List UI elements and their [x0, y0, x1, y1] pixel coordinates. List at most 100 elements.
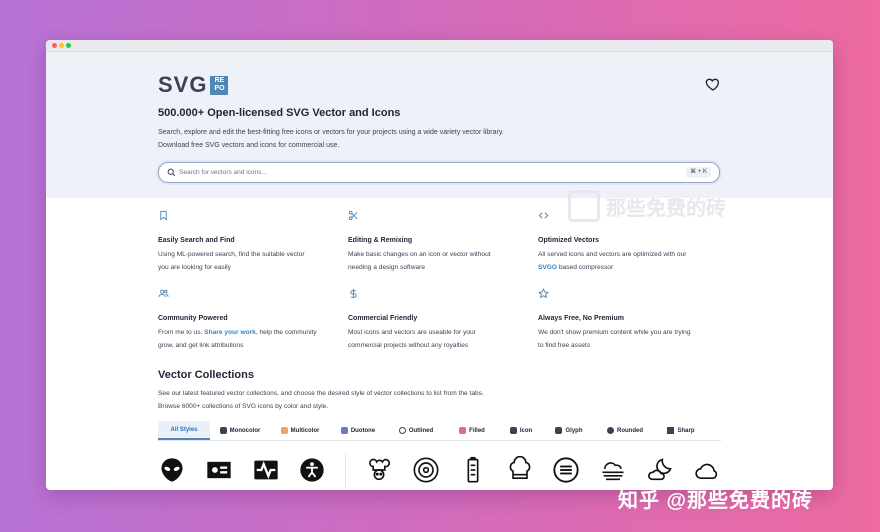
logo-text: SVG: [158, 72, 208, 97]
search-input[interactable]: [179, 163, 659, 182]
feature-free: Always Free, No Premium We don't show pr…: [538, 286, 713, 352]
tab-icon[interactable]: Icon: [498, 421, 544, 440]
tab-rounded[interactable]: Rounded: [594, 421, 656, 440]
feature-description-line: Using ML-powered search, find the suitab…: [158, 251, 305, 258]
feature-description-line: commercial projects without any royaltie…: [348, 342, 469, 349]
tab-label: Monocolor: [229, 427, 261, 434]
maximize-window-button[interactable]: [66, 43, 71, 48]
feature-description-line: We don't show premium content while you …: [538, 329, 691, 336]
tab-label: Sharp: [677, 427, 695, 434]
feature-description: All served icons and vectors are optimiz…: [538, 248, 713, 274]
description-line: Search, explore and edit the best-fittin…: [158, 129, 504, 136]
bookmark-icon: [160, 210, 167, 221]
tab-outlined[interactable]: Outlined: [386, 421, 446, 440]
feature-title: Optimized Vectors: [538, 237, 600, 244]
collections-title: Vector Collections: [158, 369, 254, 381]
dollar-icon: [350, 288, 357, 299]
code-icon: [538, 212, 549, 219]
feature-editing: Editing & Remixing Make basic changes on…: [348, 208, 523, 274]
chef-icon[interactable]: [365, 456, 393, 484]
close-window-button[interactable]: [52, 43, 57, 48]
feature-title: Always Free, No Premium: [538, 315, 624, 322]
feature-title: Commercial Friendly: [348, 315, 418, 322]
feature-description-text: , help the community: [255, 329, 317, 336]
feature-community: Community Powered From me to us. Share y…: [158, 286, 333, 352]
feature-description-line: needing a design software: [348, 264, 425, 271]
cloud-icon[interactable]: [693, 456, 721, 484]
feature-description: Most icons and vectors are useable for y…: [348, 326, 523, 352]
tab-label: Outlined: [408, 427, 434, 434]
star-icon: [538, 288, 549, 299]
logo-badge-line1: RE: [214, 77, 225, 84]
tab-duotone[interactable]: Duotone: [330, 421, 386, 440]
feature-search: Easily Search and Find Using ML-powered …: [158, 208, 333, 274]
feature-optimized: Optimized Vectors All served icons and v…: [538, 208, 713, 274]
alien-icon[interactable]: [158, 456, 186, 484]
multicolor-icon: [280, 427, 288, 434]
minimize-window-button[interactable]: [59, 43, 64, 48]
tab-filled[interactable]: Filled: [446, 421, 498, 440]
icon-style-icon: [509, 427, 517, 434]
feature-description: We don't show premium content while you …: [538, 326, 713, 352]
collection-preview-row: [158, 453, 721, 487]
feature-description-line: Most icons and vectors are useable for y…: [348, 329, 476, 336]
chef-hat-icon[interactable]: [506, 456, 534, 484]
battery-icon[interactable]: [459, 456, 487, 484]
tab-sharp[interactable]: Sharp: [656, 421, 706, 440]
id-card-icon[interactable]: [205, 456, 233, 484]
page-title: 500.000+ Open-licensed SVG Vector and Ic…: [158, 107, 401, 119]
feature-description-line: you are looking for easily: [158, 264, 231, 271]
feature-description-line: to find free assets: [538, 342, 591, 349]
description-line: Download free SVG vectors and icons for …: [158, 142, 340, 149]
glyph-icon: [555, 427, 563, 434]
feature-description-line: grow, and get link attributions: [158, 342, 244, 349]
window-titlebar: [46, 40, 833, 52]
users-icon: [158, 289, 169, 298]
tab-label: All Styles: [170, 426, 198, 433]
filled-icon: [459, 427, 467, 434]
collections-description: See our latest featured vector collectio…: [158, 387, 484, 413]
feature-description: Make basic changes on an icon or vector …: [348, 248, 523, 274]
feature-description: Using ML-powered search, find the suitab…: [158, 248, 333, 274]
activity-icon[interactable]: [252, 456, 280, 484]
share-your-work-link[interactable]: Share your work: [204, 329, 256, 336]
tab-label: Icon: [519, 427, 533, 434]
search-bar[interactable]: ⌘ + K: [158, 162, 720, 183]
feature-description-line: From me to us. Share your work, help the…: [158, 326, 333, 339]
tab-label: Glyph: [565, 427, 583, 434]
monocolor-icon: [219, 427, 227, 434]
duotone-icon: [340, 427, 348, 434]
outlined-icon: [398, 427, 406, 434]
style-tabs: All Styles Monocolor Multicolor Duotone …: [158, 421, 721, 441]
tab-monocolor[interactable]: Monocolor: [210, 421, 270, 440]
accessibility-icon[interactable]: [298, 456, 326, 484]
rounded-icon: [607, 427, 614, 434]
tab-glyph[interactable]: Glyph: [544, 421, 594, 440]
feature-description-text: based compressor: [557, 264, 614, 271]
sharp-icon: [667, 427, 675, 434]
page-description: Search, explore and edit the best-fittin…: [158, 126, 504, 152]
zhihu-watermark: 知乎 @那些免费的砖: [618, 490, 814, 512]
site-logo[interactable]: SVG RE PO: [158, 72, 229, 97]
tab-label: Duotone: [350, 427, 376, 434]
feature-title: Easily Search and Find: [158, 237, 235, 244]
fog-icon[interactable]: [599, 456, 627, 484]
logo-badge-line2: PO: [214, 85, 225, 92]
heart-icon[interactable]: [705, 76, 721, 92]
feature-description: From me to us. Share your work, help the…: [158, 326, 333, 352]
tab-all-styles[interactable]: All Styles: [158, 421, 210, 440]
hero-section: SVG RE PO 500.000+ Open-licensed SVG Vec…: [46, 52, 833, 198]
collections-description-line: See our latest featured vector collectio…: [158, 390, 484, 397]
tab-multicolor[interactable]: Multicolor: [270, 421, 330, 440]
feature-description-text: From me to us.: [158, 329, 205, 336]
moon-cloud-icon[interactable]: [646, 456, 674, 484]
svgo-link[interactable]: SVGO: [538, 264, 557, 271]
feature-description-line: Make basic changes on an icon or vector …: [348, 251, 491, 258]
feature-title: Community Powered: [158, 315, 228, 322]
steering-wheel-icon[interactable]: [412, 456, 440, 484]
menu-circle-icon[interactable]: [552, 456, 580, 484]
feature-commercial: Commercial Friendly Most icons and vecto…: [348, 286, 523, 352]
search-icon: [167, 168, 176, 177]
browser-window: SVG RE PO 500.000+ Open-licensed SVG Vec…: [46, 40, 833, 490]
feature-title: Editing & Remixing: [348, 237, 413, 244]
